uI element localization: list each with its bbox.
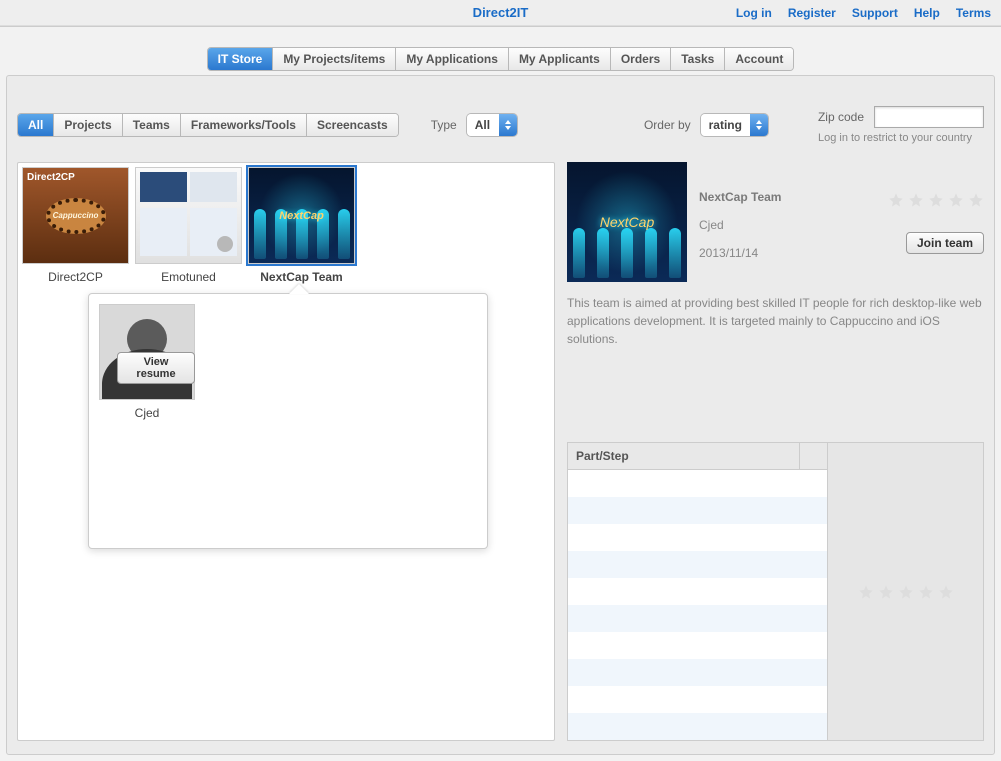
detail-pane bbox=[828, 443, 983, 740]
zip-input[interactable] bbox=[874, 106, 984, 128]
card-emotuned[interactable]: Emotuned bbox=[135, 167, 242, 284]
table-row[interactable] bbox=[568, 470, 827, 497]
top-links: Log in Register Support Help Terms bbox=[736, 6, 991, 20]
table-row[interactable] bbox=[568, 578, 827, 605]
main-nav-tabs: IT Store My Projects/items My Applicatio… bbox=[6, 47, 995, 71]
team-member[interactable]: View resume Cjed bbox=[99, 304, 195, 420]
tab-orders[interactable]: Orders bbox=[611, 48, 671, 70]
items-panel: Direct2CP Cappuccino Direct2CP bbox=[17, 162, 555, 741]
table-row[interactable] bbox=[568, 605, 827, 632]
thumbnail: Direct2CP Cappuccino bbox=[22, 167, 129, 264]
top-bar: Direct2IT Log in Register Support Help T… bbox=[0, 0, 1001, 26]
thumbnail: NextCap bbox=[248, 167, 355, 264]
filter-screencasts[interactable]: Screencasts bbox=[307, 114, 398, 136]
column-header-part[interactable]: Part/Step bbox=[576, 449, 799, 463]
inner-panel: All Projects Teams Frameworks/Tools Scre… bbox=[6, 75, 995, 755]
star-icon bbox=[878, 584, 894, 600]
detail-description: This team is aimed at providing best ski… bbox=[567, 294, 984, 348]
detail-header: NextCap NextCap Team Cjed 2013/11/14 bbox=[567, 162, 984, 282]
type-label: Type bbox=[431, 118, 457, 132]
filter-toolbar: All Projects Teams Frameworks/Tools Scre… bbox=[17, 106, 984, 144]
order-select[interactable]: rating bbox=[701, 114, 768, 136]
card-label: Emotuned bbox=[135, 270, 242, 284]
rating-stars-top[interactable] bbox=[888, 192, 984, 208]
tab-my-projects[interactable]: My Projects/items bbox=[273, 48, 396, 70]
star-icon bbox=[918, 584, 934, 600]
tab-my-applicants[interactable]: My Applicants bbox=[509, 48, 611, 70]
star-icon bbox=[908, 192, 924, 208]
star-icon bbox=[948, 192, 964, 208]
view-resume-button[interactable]: View resume bbox=[117, 352, 195, 384]
card-nextcap[interactable]: NextCap NextCap Team bbox=[248, 167, 355, 284]
type-select-value: All bbox=[467, 114, 499, 136]
register-link[interactable]: Register bbox=[788, 6, 836, 20]
star-icon bbox=[938, 584, 954, 600]
filter-projects[interactable]: Projects bbox=[54, 114, 122, 136]
star-icon bbox=[888, 192, 904, 208]
table-row[interactable] bbox=[568, 686, 827, 713]
login-link[interactable]: Log in bbox=[736, 6, 772, 20]
detail-date: 2013/11/14 bbox=[699, 246, 876, 260]
join-team-button[interactable]: Join team bbox=[906, 232, 984, 254]
detail-author: Cjed bbox=[699, 218, 876, 232]
zip-label: Zip code bbox=[818, 110, 864, 124]
help-link[interactable]: Help bbox=[914, 6, 940, 20]
table-row[interactable] bbox=[568, 524, 827, 551]
parts-table: Part/Step bbox=[568, 443, 828, 740]
filter-teams[interactable]: Teams bbox=[123, 114, 181, 136]
tab-it-store[interactable]: IT Store bbox=[208, 48, 274, 70]
star-icon bbox=[858, 584, 874, 600]
thumbnail bbox=[135, 167, 242, 264]
filter-all[interactable]: All bbox=[18, 114, 54, 136]
star-icon bbox=[968, 192, 984, 208]
terms-link[interactable]: Terms bbox=[956, 6, 991, 20]
order-select-value: rating bbox=[701, 114, 750, 136]
star-icon bbox=[898, 584, 914, 600]
brand-title: Direct2IT bbox=[473, 5, 529, 20]
tab-tasks[interactable]: Tasks bbox=[671, 48, 725, 70]
table-row[interactable] bbox=[568, 713, 827, 740]
members-popover: View resume Cjed bbox=[88, 293, 488, 549]
detail-thumbnail: NextCap bbox=[567, 162, 687, 282]
stepper-icon bbox=[750, 114, 768, 136]
card-direct2cp[interactable]: Direct2CP Cappuccino Direct2CP bbox=[22, 167, 129, 284]
card-label: Direct2CP bbox=[22, 270, 129, 284]
zip-hint: Log in to restrict to your country bbox=[818, 132, 984, 144]
tab-my-applications[interactable]: My Applications bbox=[396, 48, 509, 70]
tab-account[interactable]: Account bbox=[725, 48, 793, 70]
rating-stars-bottom[interactable] bbox=[858, 584, 954, 600]
card-label: NextCap Team bbox=[248, 270, 355, 284]
table-row[interactable] bbox=[568, 497, 827, 524]
table-row[interactable] bbox=[568, 659, 827, 686]
filter-frameworks[interactable]: Frameworks/Tools bbox=[181, 114, 307, 136]
table-row[interactable] bbox=[568, 551, 827, 578]
order-label: Order by bbox=[644, 118, 691, 132]
content-area: IT Store My Projects/items My Applicatio… bbox=[0, 26, 1001, 761]
type-select[interactable]: All bbox=[467, 114, 517, 136]
detail-title: NextCap Team bbox=[699, 190, 876, 204]
stepper-icon bbox=[499, 114, 517, 136]
member-name: Cjed bbox=[99, 406, 195, 420]
star-icon bbox=[928, 192, 944, 208]
table-row[interactable] bbox=[568, 632, 827, 659]
support-link[interactable]: Support bbox=[852, 6, 898, 20]
detail-bottom: Part/Step bbox=[567, 442, 984, 741]
